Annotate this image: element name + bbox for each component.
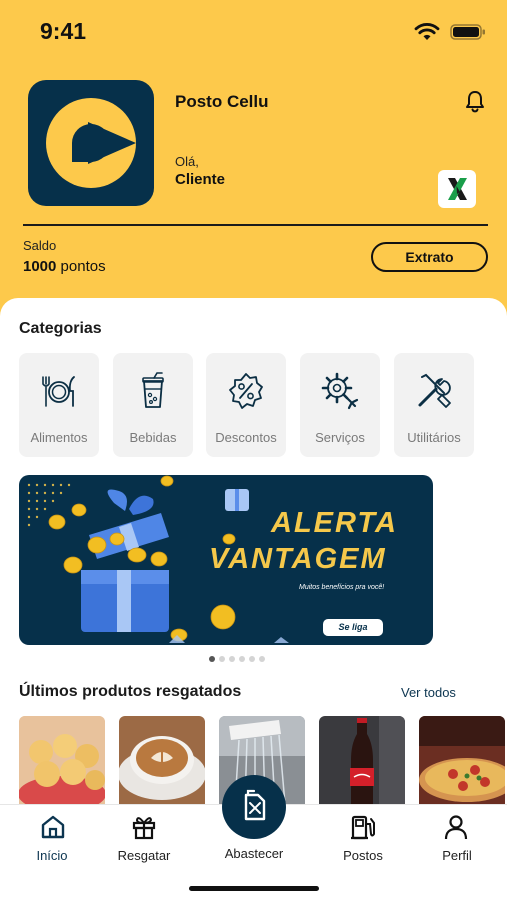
promo-banner[interactable]: ALERTA VANTAGEM Muitos benefícios pra vo…	[19, 475, 433, 645]
store-logo	[28, 80, 154, 206]
category-servicos[interactable]: Serviços	[300, 353, 380, 457]
balance-value: 1000 pontos	[23, 258, 106, 275]
category-label: Bebidas	[129, 430, 177, 445]
category-label: Alimentos	[30, 430, 88, 445]
wifi-icon	[414, 23, 440, 40]
carousel-dot[interactable]	[209, 656, 215, 662]
gas-station-icon	[351, 815, 375, 840]
user-name: Cliente	[175, 171, 226, 188]
balance-points: 1000	[23, 258, 57, 275]
carousel-dot[interactable]	[239, 656, 245, 662]
banner-cta-button[interactable]: Se liga	[323, 619, 383, 636]
category-descontos[interactable]: Descontos	[206, 353, 286, 457]
cappuccino-image[interactable]	[119, 716, 205, 804]
status-time: 9:41	[40, 18, 87, 44]
see-all-link[interactable]: Ver todos	[401, 685, 456, 700]
pizza-image[interactable]	[419, 716, 505, 804]
fuel-can-icon	[244, 789, 266, 821]
user-icon	[444, 815, 468, 840]
tab-label: Início	[36, 848, 68, 863]
statement-button[interactable]: Extrato	[371, 242, 488, 272]
home-icon	[41, 815, 65, 839]
banner-title-line2: VANTAGEM	[209, 543, 387, 575]
carousel-dot[interactable]	[249, 656, 255, 662]
categories-list: Alimentos Bebidas Descontos Serviços Uti…	[19, 353, 507, 457]
category-label: Utilitários	[407, 430, 461, 445]
header-divider	[23, 224, 488, 226]
balance-label: Saldo	[23, 238, 57, 253]
drink-icon	[142, 372, 164, 408]
gift-icon	[132, 817, 156, 840]
tab-inicio[interactable]: Início	[2, 805, 102, 875]
greeting: Olá,	[175, 154, 199, 169]
status-bar: 9:41	[0, 0, 507, 60]
carousel-dot[interactable]	[219, 656, 225, 662]
carousel-dot[interactable]	[259, 656, 265, 662]
x-logo-icon[interactable]	[438, 170, 476, 208]
balance-unit: pontos	[60, 258, 106, 275]
tab-abastecer[interactable]	[222, 775, 286, 839]
category-label: Serviços	[315, 430, 365, 445]
banner-title-line1: ALERTA	[271, 507, 398, 539]
redeemed-title: Últimos produtos resgatados	[19, 683, 242, 700]
categories-title: Categorias	[19, 320, 102, 337]
carousel-dot[interactable]	[229, 656, 235, 662]
store-name: Posto Cellu	[175, 92, 269, 111]
tab-label: Perfil	[442, 848, 472, 863]
tools-icon	[418, 373, 451, 408]
bell-icon[interactable]	[464, 89, 486, 113]
category-utilitarios[interactable]: Utilitários	[394, 353, 474, 457]
category-label: Descontos	[215, 430, 277, 445]
home-indicator	[189, 886, 319, 891]
tab-perfil[interactable]: Perfil	[405, 805, 505, 875]
tab-resgatar[interactable]: Resgatar	[94, 805, 194, 875]
cutlery-icon	[42, 376, 75, 407]
pao-de-queijo-image[interactable]	[19, 716, 105, 804]
battery-icon	[450, 24, 485, 40]
discount-icon	[229, 373, 263, 409]
tab-postos[interactable]: Postos	[307, 805, 407, 875]
tab-label-abastecer: Abastecer	[224, 846, 284, 861]
gear-wrench-icon	[321, 372, 359, 410]
coca-cola-image[interactable]	[319, 716, 405, 804]
category-alimentos[interactable]: Alimentos	[19, 353, 99, 457]
tab-label: Resgatar	[117, 848, 171, 863]
category-bebidas[interactable]: Bebidas	[113, 353, 193, 457]
banner-subtitle: Muitos benefícios pra você!	[299, 584, 385, 591]
tab-label: Postos	[343, 848, 383, 863]
